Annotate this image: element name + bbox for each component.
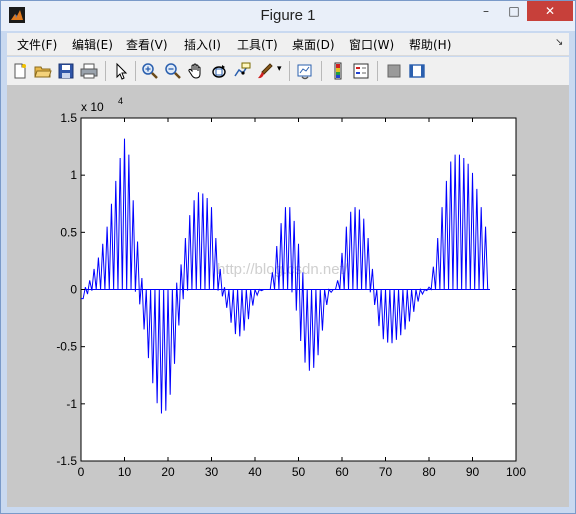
minimize-icon: – [483,4,489,18]
brush-dropdown-arrow-icon[interactable]: ▾ [277,64,282,74]
y-tick-label: 1.5 [60,111,77,125]
x-tick-label: 10 [118,465,132,479]
x-tick-label: 40 [248,465,262,479]
y-tick-label: 0.5 [60,225,77,239]
menu-help[interactable]: 帮助(H) [409,36,451,53]
y-tick-label: 1 [70,168,77,182]
menu-view[interactable]: 查看(V) [126,36,168,53]
rotate-3d-icon[interactable] [210,62,228,80]
edit-plot-arrow-icon[interactable] [112,62,130,80]
pan-hand-icon[interactable] [187,62,205,80]
x-tick-label: 20 [161,465,175,479]
maximize-icon: □ [508,4,520,18]
zoom-out-icon[interactable] [164,62,182,80]
save-icon[interactable] [57,62,75,80]
y-tick-label: 0 [70,283,77,297]
menu-bar: 文件(F) 编辑(E) 查看(V) 插入(I) 工具(T) 桌面(D) 窗口(W… [7,33,569,56]
x-tick-label: 100 [506,465,526,479]
hide-plot-tools-icon[interactable] [385,62,403,80]
toolbar-separator [321,61,322,81]
print-icon[interactable] [80,62,98,80]
minimize-button[interactable]: – [471,1,501,21]
data-cursor-icon[interactable] [233,62,251,80]
menu-window[interactable]: 窗口(W) [349,36,394,53]
close-button[interactable]: ✕ [527,1,573,21]
close-icon: ✕ [544,4,556,18]
menubar-dock-arrow-icon[interactable]: ↘ [555,37,563,48]
toolbar-separator [377,61,378,81]
link-plot-icon[interactable] [296,62,314,80]
y-tick-label: -1 [66,397,77,411]
toolbar-separator [289,61,290,81]
open-file-icon[interactable] [34,62,52,80]
y-tick-label: -0.5 [56,340,77,354]
x-tick-label: 30 [205,465,219,479]
plot-canvas[interactable]: http://blog.csdn.net/ 0 10 20 30 40 50 60 70 80 9… [7,86,569,507]
figure-toolbar: ▾ [7,57,569,86]
y-tick-label: -1.5 [56,454,77,468]
title-bar[interactable]: Figure 1 – □ ✕ [1,1,575,31]
zoom-in-icon[interactable] [141,62,159,80]
legend-icon[interactable] [352,62,370,80]
menu-insert[interactable]: 插入(I) [184,36,221,53]
x-tick-label: 0 [78,465,85,479]
toolbar-separator [105,61,106,81]
menu-file[interactable]: 文件(F) [17,36,57,53]
exponent-power: 4 [118,96,123,106]
x-tick-label: 50 [292,465,306,479]
menu-edit[interactable]: 编辑(E) [72,36,113,53]
figure-canvas[interactable]: http://blog.csdn.net/ 0 10 20 30 40 50 60 70 80 9… [7,86,569,507]
new-figure-icon[interactable] [11,62,29,80]
toolbar-separator [135,61,136,81]
menu-desktop[interactable]: 桌面(D) [292,36,335,53]
menu-tools[interactable]: 工具(T) [237,36,278,53]
brush-icon[interactable] [256,62,274,80]
colorbar-icon[interactable] [329,62,347,80]
figure-window: Figure 1 – □ ✕ 文件(F) 编辑(E) 查看(V) 插入(I) 工… [0,0,576,514]
x-tick-label: 80 [422,465,436,479]
x-tick-label: 60 [335,465,349,479]
show-plot-tools-icon[interactable] [408,62,426,80]
exponent-label: x 10 [81,100,104,114]
x-tick-label: 70 [379,465,393,479]
x-tick-label: 90 [466,465,480,479]
maximize-button[interactable]: □ [501,1,527,21]
